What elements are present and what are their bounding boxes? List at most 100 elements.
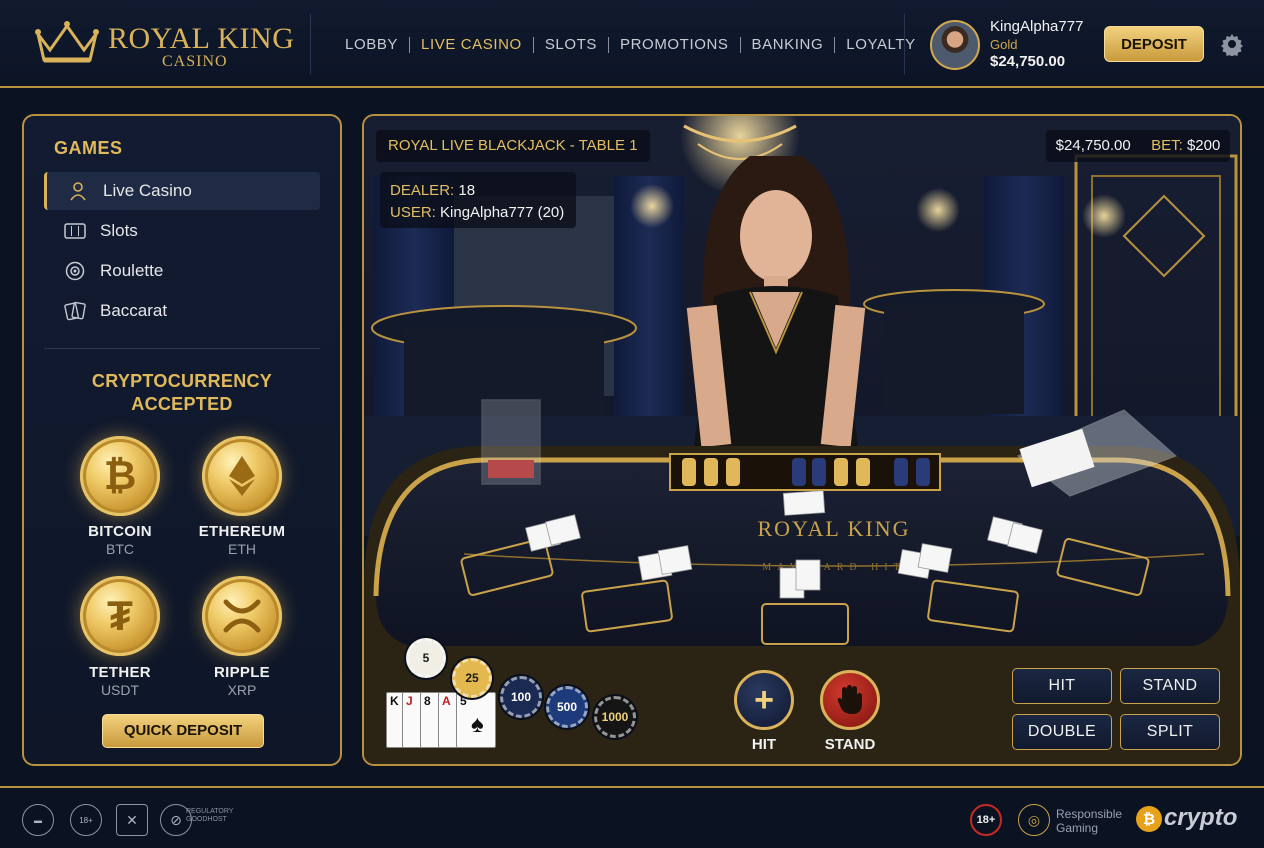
wall-sconce [916, 188, 960, 232]
double-button[interactable]: DOUBLE [1012, 714, 1112, 750]
deposit-button[interactable]: DEPOSIT [1104, 26, 1204, 62]
responsible-line: Responsible [1056, 807, 1123, 821]
bitcoin-small-icon: ₿ [1136, 806, 1162, 832]
shield-icon[interactable]: ✕ [116, 804, 148, 836]
user-tier: Gold [990, 37, 1018, 52]
ethereum-icon [229, 456, 255, 496]
gamepad-icon[interactable]: ◎ [1018, 804, 1050, 836]
nav-slots[interactable]: SLOTS [534, 36, 608, 53]
user-score-row: USER: KingAlpha777 (20) [390, 202, 566, 224]
sidebar-item-slots[interactable]: Slots [44, 212, 320, 250]
brand-subtitle: CASINO [162, 53, 228, 70]
sidebar-item-live-casino[interactable]: Live Casino [44, 172, 320, 210]
split-button[interactable]: SPLIT [1120, 714, 1220, 750]
sidebar-item-baccarat[interactable]: Baccarat [44, 292, 320, 330]
live-game-panel: ROYAL KING MAY CARD HIT ROYAL LIVE BLACK [362, 114, 1242, 766]
slot-machine-icon [64, 220, 86, 242]
coin-name: TETHER [89, 664, 151, 681]
wall-sconce [1082, 194, 1126, 238]
no-entry-mark: ⊘ [170, 811, 182, 828]
coin-symbol: XRP [227, 682, 257, 698]
card-rank: J [406, 694, 413, 708]
footer: ▬ 18+ ✕ ⊘ REGULATORY GOODHOST 18+ ◎ Resp… [0, 786, 1264, 848]
gamepad-mark: ◎ [1027, 811, 1041, 828]
felt-brand-text: ROYAL KING [757, 516, 910, 541]
hand-stop-icon [837, 685, 862, 714]
age-18-icon[interactable]: 18+ [970, 804, 1002, 836]
license-seal-icon[interactable]: ▬ [22, 804, 54, 836]
bet-label: BET: [1151, 137, 1183, 154]
card-rank: K [390, 694, 399, 708]
user-label: USER: [390, 204, 436, 221]
games-title: GAMES [54, 138, 123, 158]
ripple-icon [223, 599, 261, 633]
sidebar-divider [44, 348, 320, 349]
sidebar-item-label: Live Casino [103, 181, 192, 200]
plus-icon: + [754, 681, 774, 719]
tether-coin[interactable]: ₮ [80, 576, 160, 656]
age-18-text: 18+ [976, 814, 996, 826]
sidebar-item-roulette[interactable]: Roulette [44, 252, 320, 290]
stand-circle-button[interactable] [820, 670, 880, 730]
player-hand: K J 8 A 5 ♠ [386, 692, 506, 752]
ripple-coin[interactable] [202, 576, 282, 656]
chip-5[interactable]: 5 [406, 638, 446, 678]
chip-100[interactable]: 100 [500, 676, 542, 718]
avatar[interactable] [930, 20, 980, 70]
chip-1000[interactable]: 1000 [594, 696, 636, 738]
gear-icon[interactable] [1220, 32, 1244, 56]
shield-mark: ✕ [126, 811, 138, 828]
dealer-score-row: DEALER: 18 [390, 180, 566, 202]
spade-icon: ♠ [471, 711, 484, 738]
nav-loyalty[interactable]: LOYALTY [835, 36, 927, 53]
chip-value: 1000 [601, 710, 629, 724]
sidebar-item-label: Baccarat [100, 301, 168, 320]
bitcoin-coin[interactable]: ₿ [80, 436, 160, 516]
dealer-label: DEALER: [390, 182, 455, 199]
coin-name: RIPPLE [214, 664, 270, 681]
crypto-title-line: CRYPTOCURRENCY [91, 371, 273, 391]
card-rank: 8 [424, 694, 431, 708]
coin-symbol: BTC [106, 541, 134, 557]
responsible-gaming-link[interactable]: Responsible Gaming [1056, 807, 1122, 835]
chip-value: 100 [510, 690, 532, 704]
score-panel: DEALER: 18 USER: KingAlpha777 (20) [380, 172, 576, 228]
regulatory-text: REGULATORY GOODHOST [186, 808, 234, 823]
bet-value: $200 [1186, 137, 1221, 154]
brand-logo[interactable]: ROYAL KING CASINO [32, 18, 294, 70]
nav-lobby[interactable]: LOBBY [334, 36, 409, 53]
top-header: ROYAL KING CASINO LOBBY LIVE CASINO SLOT… [0, 0, 1264, 88]
wall-sconce [630, 184, 674, 228]
ethereum-coin[interactable] [202, 436, 282, 516]
header-divider [310, 14, 311, 74]
bitcoin-icon: ₿ [103, 453, 137, 498]
crypto-title: CRYPTOCURRENCY ACCEPTED [24, 370, 340, 416]
card-rank: A [442, 694, 451, 708]
crypto-title-line: ACCEPTED [131, 394, 233, 414]
user-balance: $24,750.00 [990, 53, 1066, 70]
dealer-score: 18 [458, 182, 476, 199]
chip-value: 5 [422, 651, 430, 665]
nav-promotions[interactable]: PROMOTIONS [609, 36, 740, 53]
age-restriction-badge[interactable]: 18+ [70, 804, 102, 836]
cards-icon [64, 300, 86, 322]
chip-500[interactable]: 500 [546, 686, 588, 728]
hit-button[interactable]: HIT [1012, 668, 1112, 704]
dealer-icon [67, 180, 89, 202]
nav-banking[interactable]: BANKING [741, 36, 835, 53]
quick-deposit-button[interactable]: QUICK DEPOSIT [102, 714, 264, 748]
hit-circle-button[interactable]: + [734, 670, 794, 730]
balance-bet-panel: $24,750.00 BET: $200 [1046, 130, 1230, 162]
coin-name: ETHEREUM [198, 523, 286, 540]
chip-25[interactable]: 25 [452, 658, 492, 698]
bitcoin-small-glyph: ₿ [1142, 810, 1156, 828]
nav-live-casino[interactable]: LIVE CASINO [410, 36, 533, 53]
header-divider [904, 14, 905, 74]
crown-icon [35, 21, 99, 63]
stand-circle-label: STAND [824, 736, 876, 753]
responsible-line: Gaming [1056, 821, 1099, 835]
table-title: ROYAL LIVE BLACKJACK - TABLE 1 [376, 130, 650, 162]
stand-button[interactable]: STAND [1120, 668, 1220, 704]
player-card: 5 ♠ [456, 692, 496, 748]
seal-mark: ▬ [34, 815, 42, 825]
